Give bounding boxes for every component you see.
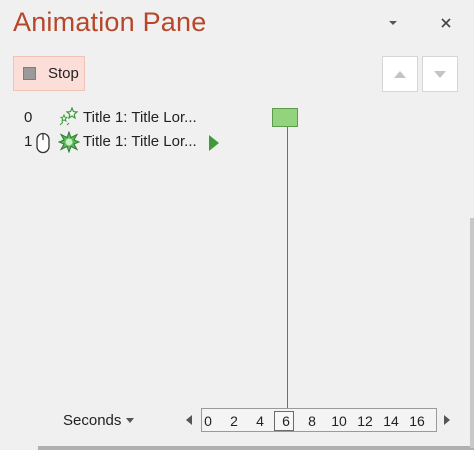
stop-icon bbox=[23, 67, 36, 80]
animation-row[interactable]: 0 Title 1: Title Lor... bbox=[0, 106, 474, 130]
vertical-scrollbar[interactable] bbox=[470, 218, 474, 448]
stop-button[interactable]: Stop bbox=[13, 56, 85, 91]
ruler-tick: 0 bbox=[204, 413, 212, 429]
mouse-icon bbox=[36, 132, 50, 154]
ruler-tick: 6 bbox=[282, 413, 290, 429]
animation-label: Title 1: Title Lor... bbox=[83, 109, 197, 126]
ruler-tick: 2 bbox=[230, 413, 238, 429]
animation-row[interactable]: 1 Title 1: Title Lor... bbox=[0, 130, 474, 154]
scroll-left-icon[interactable] bbox=[185, 414, 193, 426]
animation-label: Title 1: Title Lor... bbox=[83, 133, 197, 150]
seconds-dropdown[interactable]: Seconds bbox=[63, 412, 135, 429]
ruler-tick: 10 bbox=[331, 413, 347, 429]
ruler-tick: 8 bbox=[308, 413, 316, 429]
task-pane-options-button[interactable] bbox=[380, 10, 406, 36]
close-button[interactable] bbox=[433, 10, 459, 36]
animation-number: 1 bbox=[24, 133, 33, 150]
ruler-tick: 14 bbox=[383, 413, 399, 429]
play-marker-icon[interactable] bbox=[208, 134, 220, 152]
scroll-right-icon[interactable] bbox=[443, 414, 451, 426]
caret-down-icon bbox=[126, 418, 135, 423]
timing-bar[interactable] bbox=[272, 108, 298, 127]
ruler-tick: 16 bbox=[409, 413, 425, 429]
animation-pane: Animation Pane Stop 0 Title 1: Title Lor bbox=[0, 0, 474, 450]
entrance-sparkle-icon bbox=[59, 107, 79, 126]
starburst-effect-icon bbox=[58, 131, 80, 153]
move-later-button[interactable] bbox=[422, 56, 458, 92]
chevron-down-icon bbox=[389, 21, 397, 25]
seconds-label: Seconds bbox=[63, 412, 122, 429]
move-earlier-button[interactable] bbox=[382, 56, 418, 92]
ruler-tick: 4 bbox=[256, 413, 264, 429]
animation-number: 0 bbox=[24, 109, 33, 126]
triangle-down-icon bbox=[434, 70, 446, 78]
horizontal-scrollbar[interactable] bbox=[38, 446, 474, 450]
close-icon bbox=[441, 18, 451, 28]
triangle-up-icon bbox=[394, 70, 406, 78]
ruler-tick: 12 bbox=[357, 413, 373, 429]
stop-label: Stop bbox=[48, 65, 79, 82]
timeline-playhead bbox=[287, 120, 288, 408]
time-ruler[interactable]: 0 2 4 6 8 10 12 14 16 bbox=[201, 408, 437, 432]
pane-title: Animation Pane bbox=[13, 7, 207, 37]
